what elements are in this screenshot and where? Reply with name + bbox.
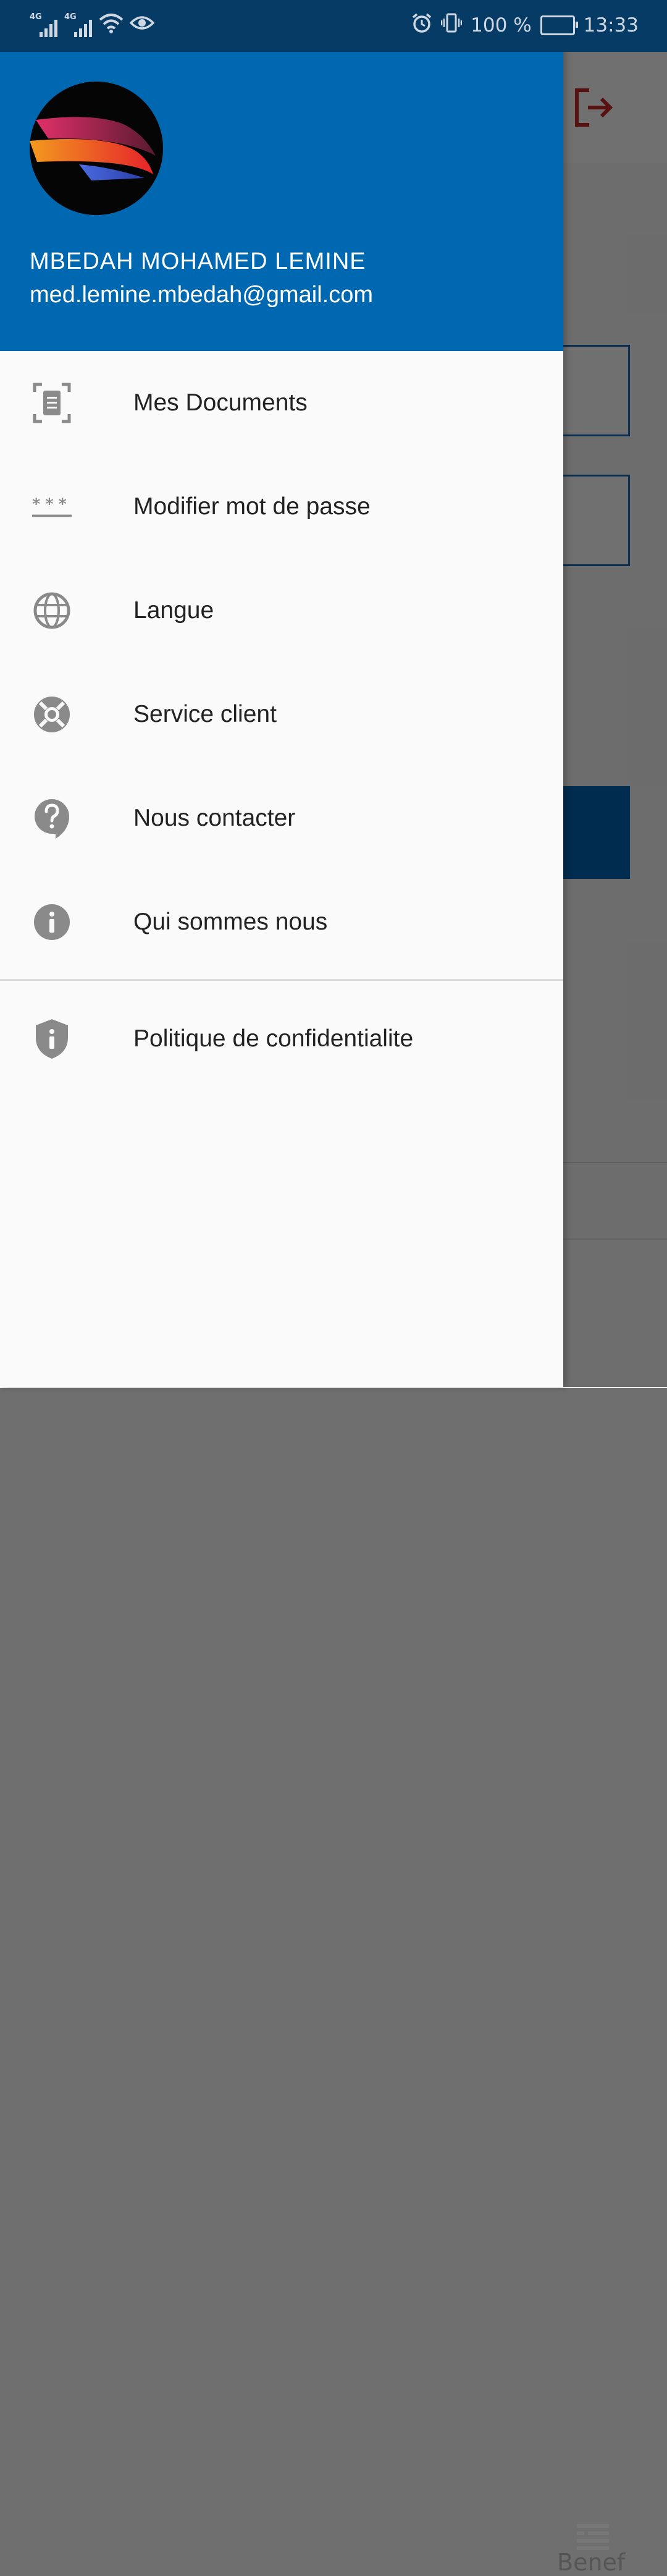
- help-bubble-icon: [32, 797, 72, 839]
- wifi-icon: [99, 12, 124, 37]
- avatar[interactable]: [30, 82, 163, 215]
- menu-item-politique-de-confidentialite[interactable]: Politique de confidentialite: [0, 987, 563, 1091]
- menu-item-label: Mes Documents: [133, 389, 308, 416]
- menu-item-label: Service client: [133, 701, 277, 727]
- menu-item-label: Politique de confidentialite: [133, 1025, 414, 1052]
- menu-item-label: Langue: [133, 597, 214, 624]
- document-scan-icon: [32, 382, 72, 424]
- menu-item-qui-sommes-nous[interactable]: Qui sommes nous: [0, 870, 563, 974]
- bottom-nav-benef-label[interactable]: Benef: [557, 2549, 625, 2576]
- menu-item-label: Qui sommes nous: [133, 909, 328, 935]
- globe-icon: [32, 590, 72, 632]
- list-icon: [577, 2523, 609, 2553]
- menu-item-modifier-mot-de-passe[interactable]: * * * Modifier mot de passe: [0, 455, 563, 559]
- menu-item-nous-contacter[interactable]: Nous contacter: [0, 766, 563, 870]
- signal-icon: 4G: [64, 12, 93, 37]
- lifebuoy-icon: [32, 693, 72, 735]
- menu-item-label: Modifier mot de passe: [133, 493, 371, 520]
- user-email: med.lemine.mbedah@gmail.com: [30, 282, 374, 308]
- vibrate-icon: [440, 12, 463, 38]
- menu-divider: [0, 979, 563, 981]
- password-icon: * * *: [32, 486, 72, 528]
- navigation-drawer: MBEDAH MOHAMED LEMINE med.lemine.mbedah@…: [0, 0, 563, 1387]
- shield-info-icon: [32, 1018, 72, 1060]
- status-bar: 4G 4G 100 % 13:33: [0, 0, 667, 52]
- svg-text:*: *: [59, 495, 67, 513]
- user-name: MBEDAH MOHAMED LEMINE: [30, 248, 366, 274]
- menu-item-label: Nous contacter: [133, 805, 296, 831]
- alarm-icon: [411, 12, 432, 38]
- menu-item-mes-documents[interactable]: Mes Documents: [0, 351, 563, 455]
- menu-item-service-client[interactable]: Service client: [0, 663, 563, 766]
- info-icon: [32, 901, 72, 943]
- battery-percent: 100 %: [471, 14, 532, 36]
- status-time: 13:33: [583, 14, 639, 36]
- drawer-menu: Mes Documents * * * Modifier mot de passe: [0, 351, 563, 1091]
- battery-icon: [540, 15, 578, 35]
- menu-item-langue[interactable]: Langue: [0, 559, 563, 663]
- signal-icon: 4G: [30, 12, 58, 37]
- eye-icon: [129, 14, 155, 35]
- svg-text:*: *: [45, 495, 53, 513]
- svg-text:*: *: [32, 495, 40, 513]
